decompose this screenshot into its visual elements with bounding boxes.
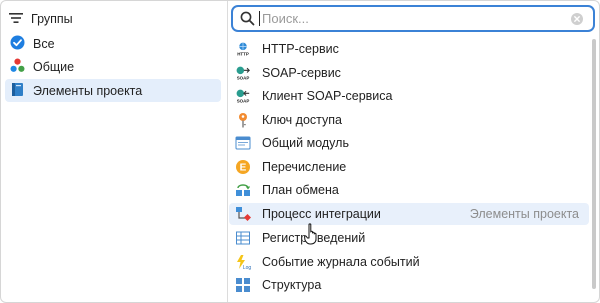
list-item-label: Структура	[262, 278, 322, 292]
list-item[interactable]: Структура	[229, 274, 589, 296]
search-icon	[240, 11, 255, 29]
groups-panel: Группы Все Общие Элементы проекта	[1, 1, 227, 302]
svg-text:E: E	[240, 163, 247, 174]
filter-icon	[9, 12, 23, 27]
text-caret	[259, 11, 260, 26]
svg-text:SOAP: SOAP	[237, 99, 250, 104]
group-item-common[interactable]: Общие	[5, 55, 221, 78]
group-item-project-elements[interactable]: Элементы проекта	[5, 79, 221, 102]
common-objects-icon	[10, 58, 25, 76]
list-item-label: Клиент SOAP-сервиса	[262, 89, 393, 103]
svg-text:SOAP: SOAP	[237, 76, 250, 81]
list-item[interactable]: Ключ доступа	[229, 109, 589, 131]
group-item-label: Все	[33, 36, 55, 51]
soap-service-icon: SOAP	[235, 65, 251, 81]
search-box[interactable]	[231, 5, 595, 32]
svg-text:HTTP: HTTP	[237, 52, 249, 57]
svg-text:Log: Log	[243, 265, 251, 270]
list-item-label: Событие журнала событий	[262, 255, 420, 269]
list-item-label: HTTP-сервис	[262, 42, 339, 56]
enumeration-icon: E	[235, 159, 251, 175]
group-item-all[interactable]: Все	[5, 32, 221, 55]
list-item-label: Процесс интеграции	[262, 207, 381, 221]
soap-client-icon: SOAP	[235, 88, 251, 104]
access-key-icon	[235, 112, 251, 128]
event-log-icon: Log	[235, 254, 251, 270]
info-register-icon	[235, 230, 251, 246]
list-item[interactable]: Регистр сведений	[229, 227, 589, 249]
groups-header-label: Группы	[31, 12, 73, 26]
hand-cursor-icon	[304, 223, 322, 248]
list-item-label: План обмена	[262, 183, 339, 197]
group-item-label: Элементы проекта	[33, 83, 143, 98]
groups-header[interactable]: Группы	[9, 10, 73, 28]
list-item[interactable]: HTTP HTTP-сервис	[229, 38, 589, 60]
structure-icon	[235, 277, 251, 293]
group-item-label: Общие	[33, 59, 75, 74]
list-item-label: Ключ доступа	[262, 113, 342, 127]
exchange-plan-icon	[235, 182, 251, 198]
elements-panel: HTTP HTTP-сервис SOAP SOAP-сервис	[228, 1, 599, 302]
list-item[interactable]: Общий модуль	[229, 132, 589, 154]
list-item-label: Перечисление	[262, 160, 347, 174]
scrollbar[interactable]	[592, 39, 596, 289]
project-elements-icon	[10, 82, 25, 100]
list-item[interactable]: SOAP SOAP-сервис	[229, 62, 589, 84]
list-item[interactable]: Log Событие журнала событий	[229, 251, 589, 273]
http-service-icon: HTTP	[235, 41, 251, 57]
list-item-label: SOAP-сервис	[262, 66, 341, 80]
list-item[interactable]: SOAP Клиент SOAP-сервиса	[229, 85, 589, 107]
object-picker-dialog: Группы Все Общие Элементы проекта Поиск.…	[0, 0, 600, 303]
common-module-icon	[235, 135, 251, 151]
clear-icon[interactable]	[571, 13, 583, 28]
list-item-group: Элементы проекта	[469, 207, 579, 221]
check-circle-icon	[10, 35, 25, 53]
integration-process-icon	[235, 206, 251, 222]
list-item[interactable]: План обмена	[229, 179, 589, 201]
list-item[interactable]: Процесс интеграции Элементы проекта	[229, 203, 589, 225]
list-item-label: Общий модуль	[262, 136, 349, 150]
list-item[interactable]: E Перечисление	[229, 156, 589, 178]
search-input[interactable]	[262, 11, 542, 26]
